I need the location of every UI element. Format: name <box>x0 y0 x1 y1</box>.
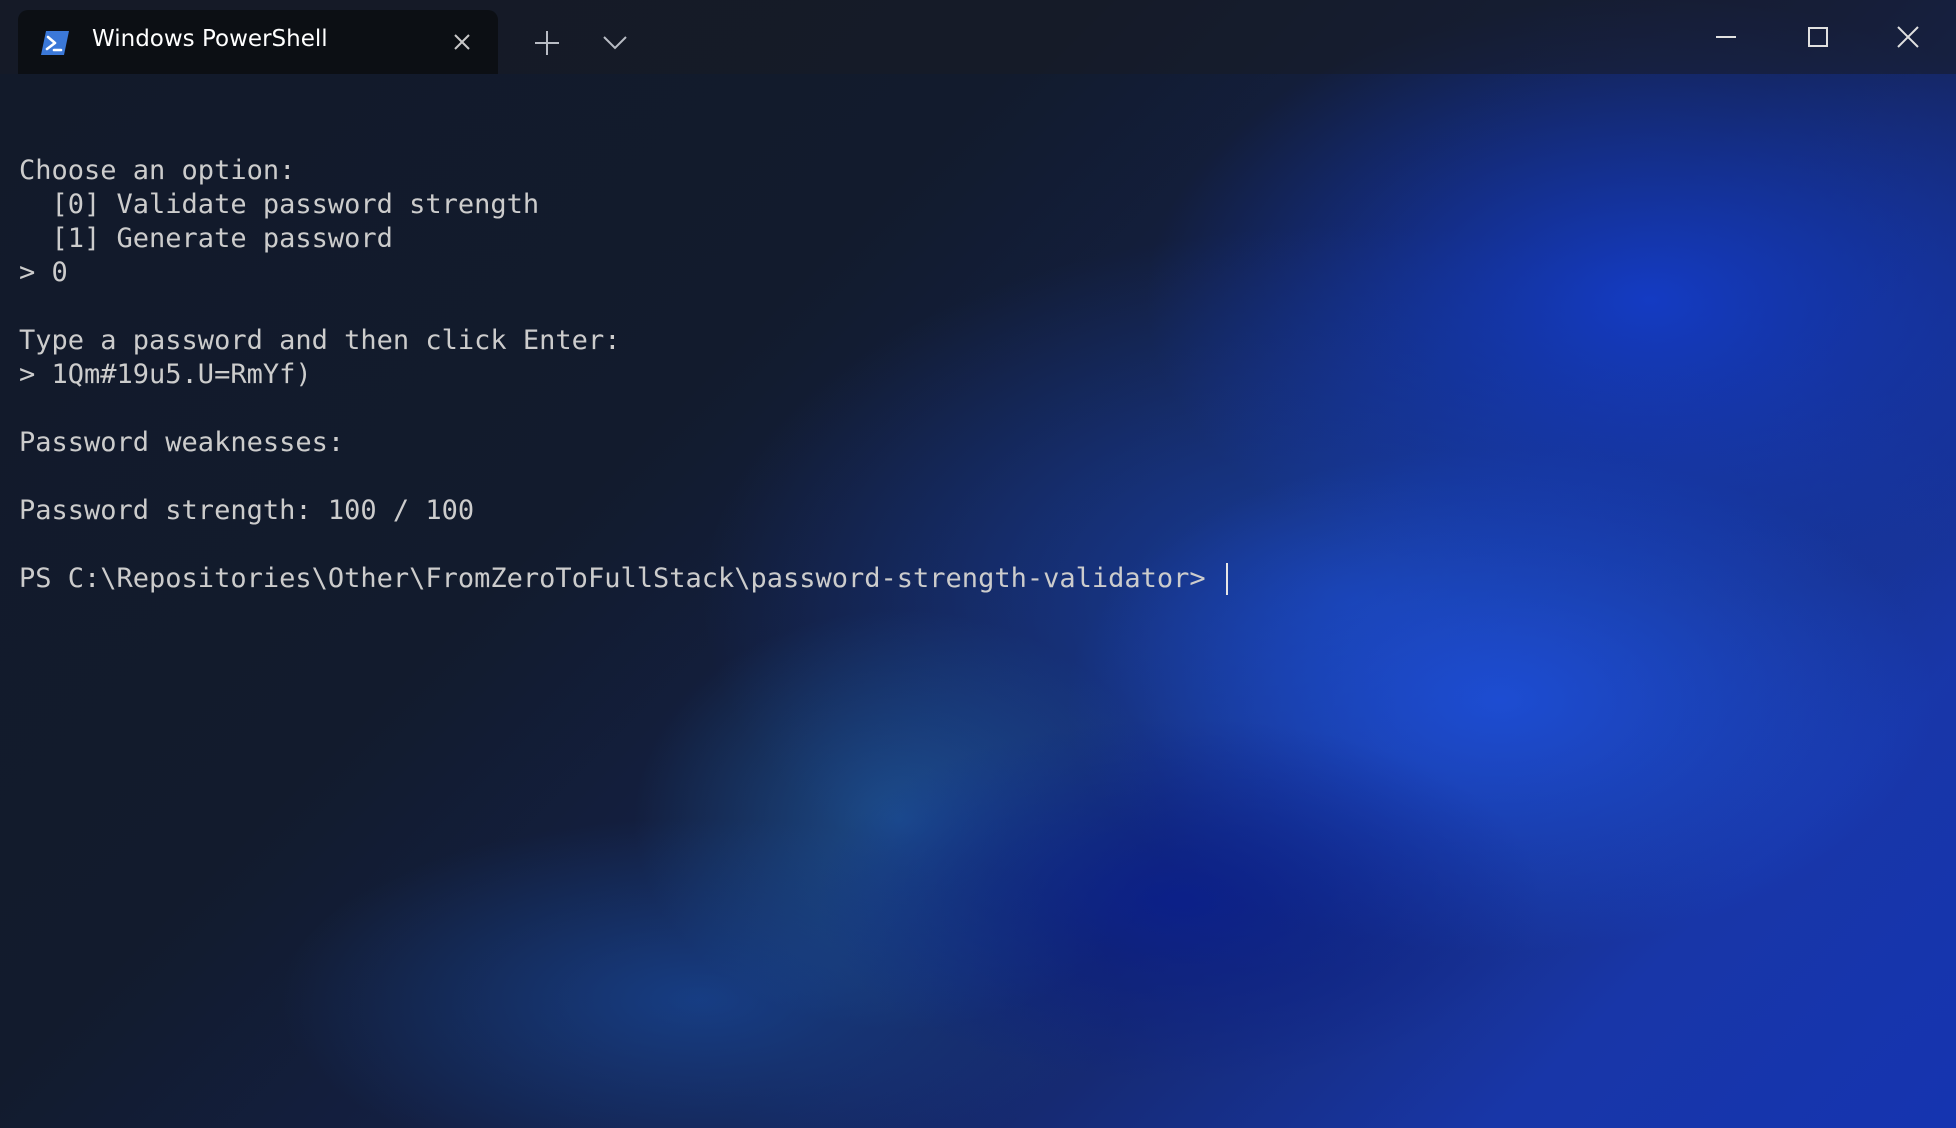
prompt-text: PS C:\Repositories\Other\FromZeroToFullS… <box>19 563 1222 594</box>
close-window-icon[interactable] <box>1878 14 1938 60</box>
maximize-icon[interactable] <box>1788 14 1848 60</box>
minimize-icon[interactable] <box>1696 14 1756 60</box>
terminal-line: > 0 <box>19 257 68 288</box>
text-cursor <box>1225 563 1228 595</box>
terminal-output[interactable]: Choose an option: [0] Validate password … <box>19 120 1919 596</box>
terminal-line: Password strength: 100 / 100 <box>19 495 475 526</box>
powershell-icon <box>41 31 69 55</box>
tab-windows-powershell[interactable]: Windows PowerShell <box>18 10 498 74</box>
terminal-line: > 1Qm#19u5.U=RmYf) <box>19 359 312 390</box>
terminal-line: [0] Validate password strength <box>19 189 540 220</box>
tab-title: Windows PowerShell <box>92 26 328 52</box>
chevron-down-icon[interactable] <box>594 22 636 64</box>
terminal-line: [1] Generate password <box>19 223 393 254</box>
terminal-line: Choose an option: <box>19 155 296 186</box>
terminal-line: Type a password and then click Enter: <box>19 325 621 356</box>
title-bar: Windows PowerShell <box>0 0 1956 74</box>
new-tab-icon[interactable] <box>526 22 568 64</box>
command-prompt[interactable]: PS C:\Repositories\Other\FromZeroToFullS… <box>19 562 1919 596</box>
terminal-window: Windows PowerShell Choose an option: [0] <box>0 0 1956 1128</box>
close-tab-icon[interactable] <box>448 28 476 56</box>
terminal-line: Password weaknesses: <box>19 427 345 458</box>
